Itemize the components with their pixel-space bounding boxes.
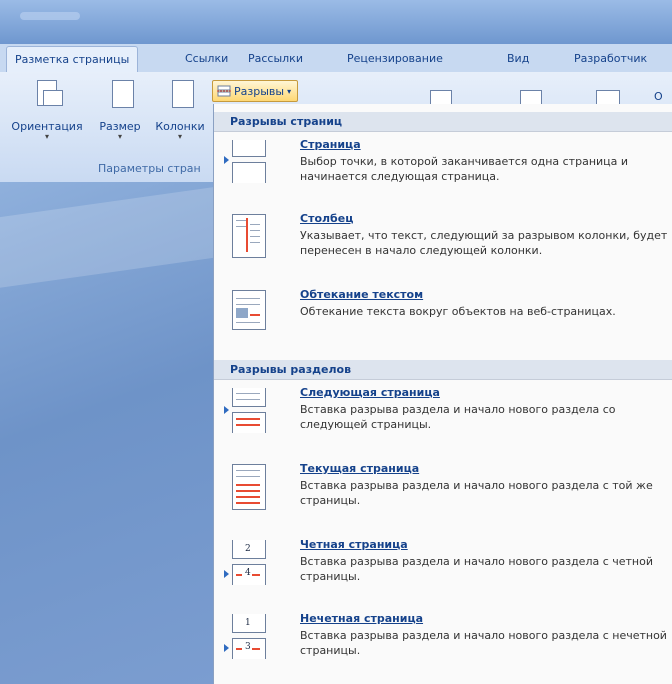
menu-item-title: Текущая страница <box>300 462 420 475</box>
chevron-down-icon: ▾ <box>117 132 122 141</box>
even-page-number-bottom: 4 <box>245 568 251 578</box>
odd-page-number-top: 1 <box>245 618 251 628</box>
columns-icon <box>166 78 194 108</box>
tab-page-layout[interactable]: Разметка страницы <box>6 46 139 73</box>
menu-item-next-page[interactable]: Следующая страница Вставка разрыва разде… <box>214 386 672 450</box>
continuous-icon <box>228 464 268 510</box>
tab-review[interactable]: Рецензирование <box>347 52 443 65</box>
orientation-icon <box>33 78 63 108</box>
even-page-icon: 2 4 <box>224 540 268 585</box>
columns-button[interactable]: Колонки ▾ <box>150 78 210 141</box>
menu-item-description: Обтекание текста вокруг объектов на веб-… <box>300 305 616 318</box>
chevron-down-icon: ▾ <box>44 132 49 141</box>
chevron-down-icon: ▾ <box>177 132 182 141</box>
window-title-blur <box>20 12 80 20</box>
breaks-label: Разрывы <box>234 84 285 98</box>
size-button[interactable]: Размер ▾ <box>92 78 148 141</box>
menu-item-description: Вставка разрыва раздела и начало нового … <box>300 555 653 583</box>
menu-item-title: Обтекание текстом <box>300 288 424 301</box>
menu-item-description: Вставка разрыва раздела и начало нового … <box>300 403 616 431</box>
menu-item-title: Нечетная страница <box>300 612 424 625</box>
menu-item-title: Страница <box>300 138 361 151</box>
menu-item-description: Выбор точки, в которой заканчивается одн… <box>300 155 629 183</box>
group-label-page-setup: Параметры стран <box>98 162 201 175</box>
tab-references[interactable]: Ссылки <box>185 52 228 65</box>
page-breaks-header: Разрывы страниц <box>214 112 672 132</box>
section-breaks-header: Разрывы разделов <box>214 360 672 380</box>
page-size-icon <box>106 78 134 108</box>
menu-item-description: Вставка разрыва раздела и начало нового … <box>300 479 653 507</box>
menu-item-title: Следующая страница <box>300 386 440 399</box>
menu-item-title: Столбец <box>300 212 354 225</box>
odd-page-number-bottom: 3 <box>245 642 251 652</box>
title-bar <box>0 0 672 44</box>
menu-item-page-break[interactable]: Страница Выбор точки, в которой заканчив… <box>214 138 672 200</box>
odd-page-icon: 1 3 <box>224 614 268 659</box>
menu-item-column-break[interactable]: Столбец Указывает, что текст, следующий … <box>214 212 672 274</box>
tab-developer[interactable]: Разработчик <box>574 52 647 65</box>
orientation-button[interactable]: Ориентация ▾ <box>4 78 90 141</box>
chevron-down-icon: ▾ <box>287 86 292 96</box>
menu-item-even-page[interactable]: 2 4 Четная страница Вставка разрыва разд… <box>214 538 672 602</box>
menu-item-description: Вставка разрыва раздела и начало нового … <box>300 629 667 657</box>
tab-view[interactable]: Вид <box>507 52 529 65</box>
menu-item-odd-page[interactable]: 1 3 Нечетная страница Вставка разрыва ра… <box>214 612 672 676</box>
menu-item-text-wrapping[interactable]: Обтекание текстом Обтекание текста вокру… <box>214 288 672 338</box>
text-wrapping-icon <box>228 290 268 334</box>
menu-item-title: Четная страница <box>300 538 408 551</box>
page-break-icon <box>224 140 268 184</box>
document-area <box>0 181 264 684</box>
tab-mailings[interactable]: Рассылки <box>248 52 303 65</box>
column-break-icon <box>228 214 268 258</box>
ribbon-tabs: Разметка страницы Ссылки Рассылки Реценз… <box>0 44 672 73</box>
menu-item-continuous[interactable]: Текущая страница Вставка разрыва раздела… <box>214 462 672 526</box>
breaks-dropdown: Разрывы страниц Страница Выбор точки, в … <box>213 104 672 684</box>
breaks-button[interactable]: Разрывы ▾ <box>212 80 299 102</box>
breaks-icon <box>217 85 231 97</box>
next-page-icon <box>224 388 268 433</box>
even-page-number-top: 2 <box>245 544 251 554</box>
menu-item-description: Указывает, что текст, следующий за разры… <box>300 229 668 257</box>
ribbon-cutoff-label: О <box>654 90 663 103</box>
